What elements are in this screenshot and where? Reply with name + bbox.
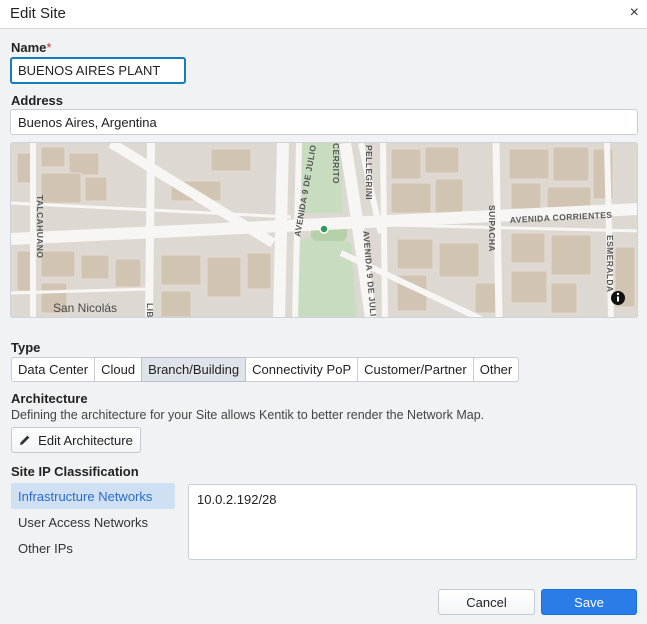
street-label-suipacha: SUIPACHA xyxy=(487,205,497,252)
cancel-button[interactable]: Cancel xyxy=(438,589,535,615)
type-option-cloud[interactable]: Cloud xyxy=(94,357,143,382)
name-label: Name* xyxy=(11,40,51,55)
type-option-customer-partner[interactable]: Customer/Partner xyxy=(357,357,474,382)
street-label-pellegrini: PELLEGRINI xyxy=(364,145,374,200)
save-button[interactable]: Save xyxy=(541,589,637,615)
address-input[interactable] xyxy=(10,109,638,135)
place-label-san-nicolas: San Nicolás xyxy=(53,301,117,315)
type-option-branch-building[interactable]: Branch/Building xyxy=(141,357,247,382)
edit-architecture-label: Edit Architecture xyxy=(38,432,133,448)
ip-classification-list: Infrastructure Networks User Access Netw… xyxy=(11,483,175,561)
address-label: Address xyxy=(11,93,64,108)
required-mark: * xyxy=(46,40,52,55)
type-option-other[interactable]: Other xyxy=(472,357,520,382)
architecture-description: Defining the architecture for your Site … xyxy=(11,408,485,422)
site-map[interactable]: TALCAHUANO AVENIDA 9 DE JULIO CERRITO PE… xyxy=(10,142,638,318)
street-label-cerrito: CERRITO xyxy=(331,143,341,184)
type-label: Type xyxy=(11,340,41,355)
ip-classification-label: Site IP Classification xyxy=(11,464,139,479)
type-option-data-center[interactable]: Data Center xyxy=(11,357,96,382)
edit-architecture-button[interactable]: Edit Architecture xyxy=(11,427,141,453)
networks-textarea[interactable]: 10.0.2.192/28 xyxy=(188,484,637,560)
type-option-connectivity-pop[interactable]: Connectivity PoP xyxy=(245,357,359,382)
map-canvas: TALCAHUANO AVENIDA 9 DE JULIO CERRITO PE… xyxy=(11,143,637,318)
name-input[interactable] xyxy=(10,57,186,84)
ip-item-other-ips[interactable]: Other IPs xyxy=(11,535,175,561)
dialog-title: Edit Site xyxy=(10,5,66,22)
name-label-text: Name xyxy=(11,40,47,55)
street-label-libertad: LIB xyxy=(145,303,155,318)
architecture-label: Architecture xyxy=(11,391,88,406)
close-icon[interactable]: × xyxy=(630,5,639,21)
edit-site-dialog: Edit Site × Name* Address xyxy=(0,0,647,624)
pencil-icon xyxy=(20,435,30,445)
site-type-selector: Data Center Cloud Branch/Building Connec… xyxy=(11,357,520,382)
ip-item-user-access-networks[interactable]: User Access Networks xyxy=(11,509,175,535)
info-icon[interactable] xyxy=(611,291,625,305)
dialog-header: Edit Site × xyxy=(0,0,647,29)
site-marker-icon[interactable] xyxy=(319,224,329,234)
street-label-talcahuano: TALCAHUANO xyxy=(35,195,45,258)
ip-item-infrastructure-networks[interactable]: Infrastructure Networks xyxy=(11,483,175,509)
street-label-esmeralda: ESMERALDA xyxy=(605,235,615,292)
